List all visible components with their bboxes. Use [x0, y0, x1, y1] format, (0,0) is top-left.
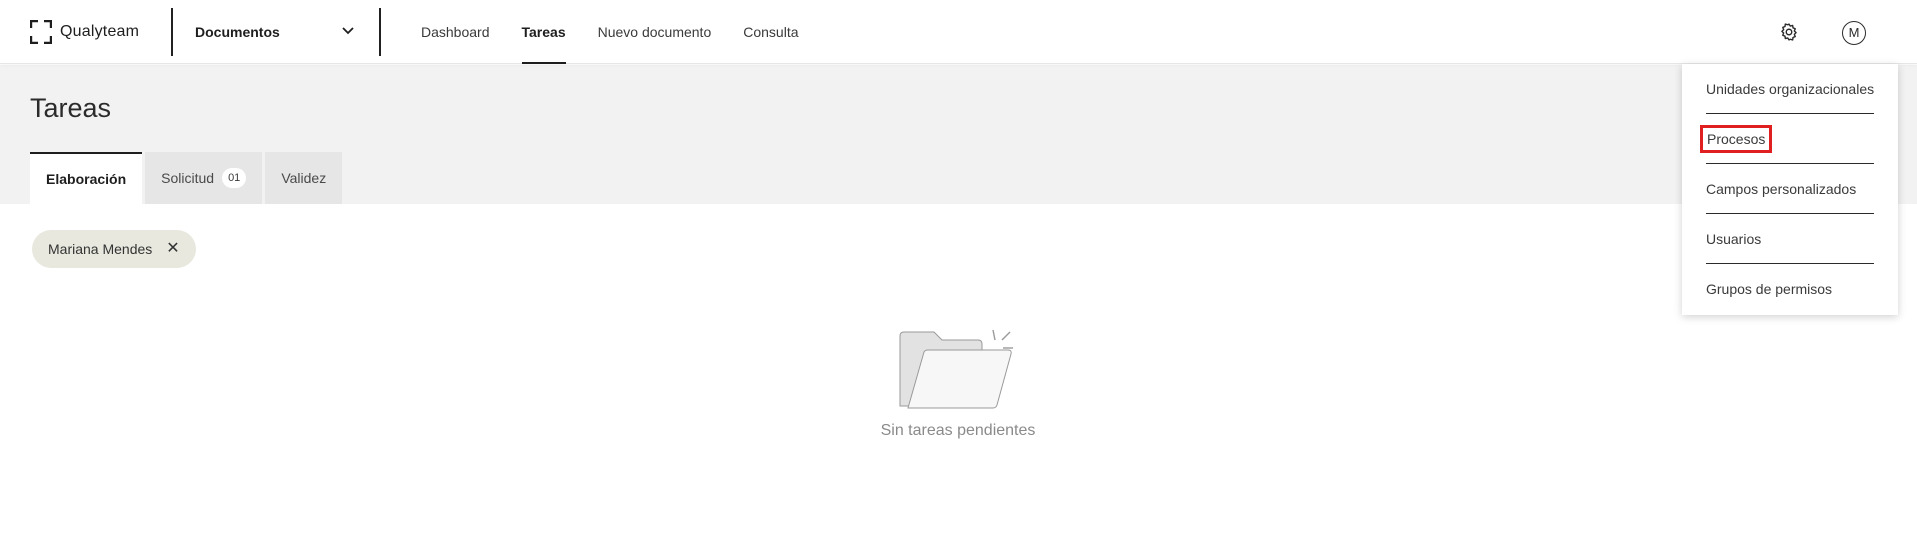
module-select[interactable]: Documentos: [195, 20, 355, 44]
menu-item-procesos[interactable]: Procesos: [1699, 114, 1874, 164]
menu-item-label: Campos personalizados: [1706, 180, 1857, 197]
page-title: Tareas: [30, 93, 112, 123]
page-header: Tareas Elaboración Solicitud 01 Validez: [0, 65, 1917, 204]
task-tabs: Elaboración Solicitud 01 Validez: [30, 152, 345, 204]
close-icon[interactable]: ✕: [166, 241, 179, 257]
top-bar: Qualyteam Documentos Dashboard Tareas Nu…: [0, 0, 1917, 64]
avatar[interactable]: M: [1842, 21, 1866, 45]
menu-item-usuarios[interactable]: Usuarios: [1706, 214, 1874, 264]
divider: [171, 8, 173, 56]
menu-item-unidades-organizacionales[interactable]: Unidades organizacionales: [1706, 64, 1874, 114]
empty-state-text: Sin tareas pendientes: [880, 422, 1036, 439]
module-select-value: Documentos: [195, 24, 280, 40]
logo-text: Qualyteam: [60, 23, 140, 40]
nav-consulta[interactable]: Consulta: [743, 0, 798, 64]
tab-label: Solicitud: [161, 170, 215, 186]
nav-tareas[interactable]: Tareas: [521, 0, 566, 64]
settings-menu: Unidades organizacionales Procesos Campo…: [1682, 64, 1898, 315]
empty-folder-icon: [880, 320, 1036, 425]
menu-item-label: Grupos de permisos: [1706, 281, 1833, 297]
logo[interactable]: Qualyteam: [29, 19, 140, 45]
tab-elaboracion[interactable]: Elaboración: [30, 152, 143, 204]
menu-item-label: Procesos: [1699, 124, 1773, 153]
divider: [379, 8, 381, 56]
tab-label: Validez: [281, 170, 327, 186]
gear-icon[interactable]: [1779, 22, 1799, 42]
menu-item-campos-personalizados[interactable]: Campos personalizados: [1706, 164, 1874, 214]
logo-icon: [29, 19, 53, 45]
main-nav: Dashboard Tareas Nuevo documento Consult…: [421, 0, 831, 64]
filter-chip-label: Mariana Mendes: [48, 241, 153, 257]
menu-item-grupos-de-permisos[interactable]: Grupos de permisos: [1706, 264, 1874, 314]
nav-dashboard[interactable]: Dashboard: [421, 0, 490, 64]
menu-item-label: Usuarios: [1706, 230, 1762, 247]
nav-nuevo-documento[interactable]: Nuevo documento: [598, 0, 712, 64]
menu-item-label: Unidades organizacionales: [1706, 80, 1875, 97]
tab-label: Elaboración: [46, 171, 127, 187]
tab-validez[interactable]: Validez: [265, 152, 343, 204]
filter-chip: Mariana Mendes ✕: [32, 230, 196, 268]
chevron-down-icon: [341, 23, 355, 42]
count-badge: 01: [222, 168, 247, 188]
tab-solicitud[interactable]: Solicitud 01: [145, 152, 263, 204]
